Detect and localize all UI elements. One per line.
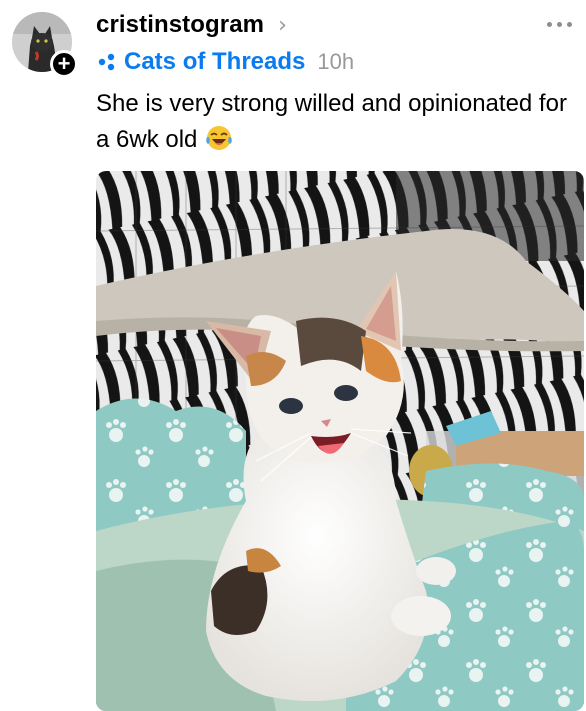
username[interactable]: cristinstogram (96, 11, 264, 39)
more-options-icon[interactable] (547, 14, 583, 34)
kitten-photo (96, 171, 584, 711)
post-body: She is very strong willed and opinionate… (96, 90, 567, 153)
community-link[interactable]: Cats of Threads (124, 48, 305, 76)
post-text: She is very strong willed and opinionate… (96, 86, 580, 158)
follow-plus-button[interactable]: + (50, 50, 78, 78)
post-header: cristinstogram › (96, 8, 287, 42)
chevron-right-icon[interactable]: › (278, 13, 287, 38)
plus-icon: + (57, 51, 71, 76)
community-row: Cats of Threads 10h (96, 46, 354, 78)
face-with-tears-of-joy-icon (206, 126, 233, 150)
community-icon (98, 53, 115, 71)
post-photo[interactable] (96, 171, 584, 711)
post-time: 10h (317, 49, 355, 74)
